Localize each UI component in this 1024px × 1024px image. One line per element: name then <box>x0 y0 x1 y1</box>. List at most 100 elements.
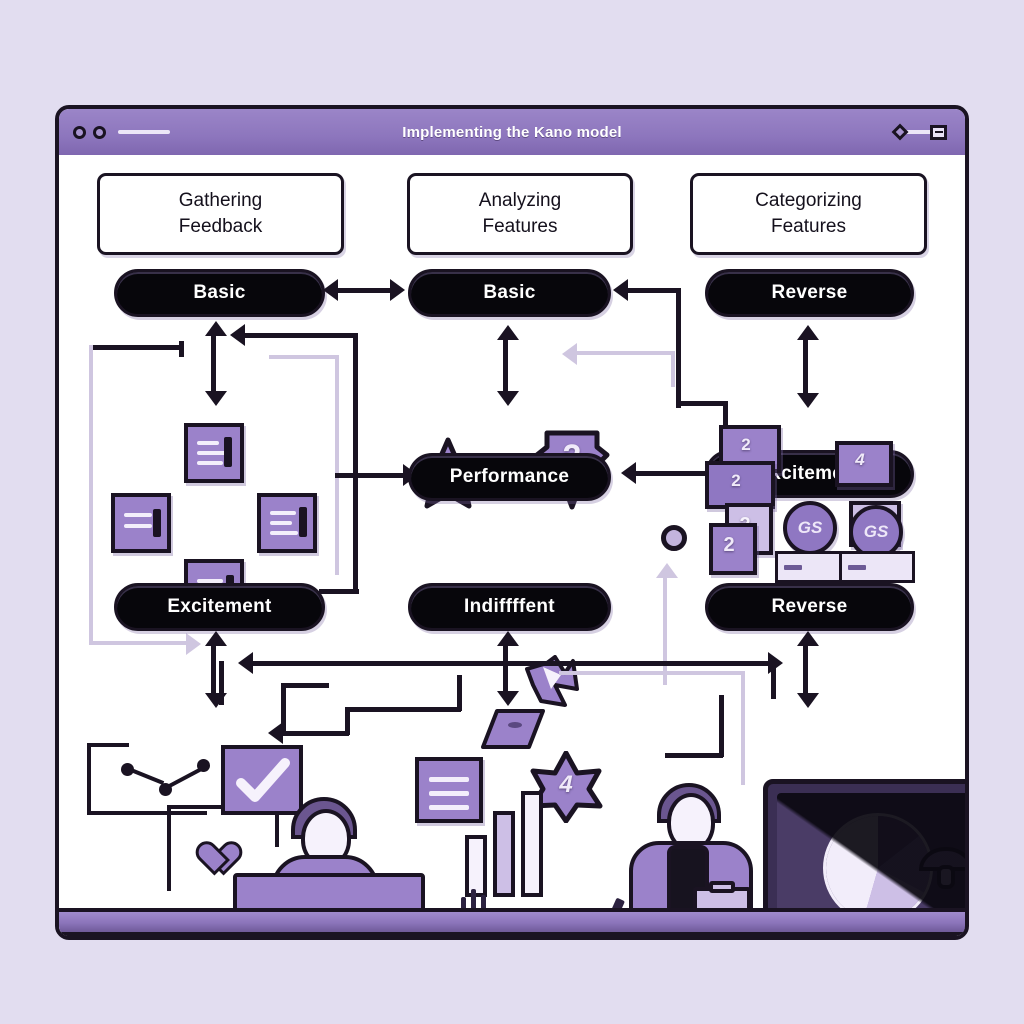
arrowhead-down <box>797 693 819 708</box>
document-icon <box>257 493 317 553</box>
connector-stair-v1 <box>457 675 462 711</box>
connector-faint-v <box>335 355 339 575</box>
connector-v-center-lower <box>503 643 508 693</box>
network-edge <box>167 766 205 789</box>
arrowhead-up <box>797 631 819 646</box>
header-line-2: Feedback <box>178 216 263 237</box>
diamond-icon[interactable] <box>891 123 909 141</box>
tile-icon <box>481 709 545 749</box>
document-icon <box>184 423 244 483</box>
header-line-2: Features <box>482 216 558 237</box>
connector-bus-right-v <box>771 661 776 699</box>
column-header-categorizing-features[interactable]: Categorizing Features <box>690 173 927 255</box>
card-value-top: 2 <box>741 435 751 454</box>
document-icon <box>415 757 483 823</box>
pill-excitement-left[interactable]: Excitement <box>114 583 325 631</box>
window-dot-2-icon[interactable] <box>93 125 106 139</box>
header-line-1: Categorizing <box>755 189 862 211</box>
arrowhead-left <box>613 279 628 301</box>
window-box-icon[interactable] <box>930 124 947 140</box>
arrowhead-right-faint <box>186 633 201 655</box>
connector-basic-basic <box>336 288 392 293</box>
window-controls-left[interactable] <box>73 109 170 155</box>
arrowhead-down <box>205 391 227 406</box>
pill-reverse-bottom[interactable]: Reverse <box>705 583 914 631</box>
pill-basic-center[interactable]: Basic <box>408 269 611 317</box>
pill-indifferent[interactable]: Indiffffent <box>408 583 611 631</box>
connector-faint-h2 <box>575 351 675 355</box>
connector-stair-v3 <box>281 683 286 735</box>
connector-v-right-lower <box>803 643 808 695</box>
connector-stair-h1 <box>345 707 461 712</box>
arrowhead-down <box>497 391 519 406</box>
connector-faint-h <box>269 355 339 359</box>
arrowhead-down <box>797 393 819 408</box>
arrowhead-up <box>205 631 227 646</box>
title-left-line <box>118 130 170 134</box>
arrowhead-up <box>497 325 519 340</box>
document-icon <box>111 493 171 553</box>
label-chip-left <box>775 551 843 583</box>
clipboard-clip <box>709 881 735 893</box>
connector-faint-right-h <box>559 671 745 675</box>
arrowhead-left-faint <box>562 343 577 365</box>
window-dot-1-icon[interactable] <box>73 125 86 139</box>
connector-bus-h <box>251 661 771 666</box>
window-titlebar[interactable]: Implementing the Kano model <box>59 109 965 158</box>
network-line-1 <box>87 743 129 747</box>
connector-faint-right-v <box>741 675 745 785</box>
arrowhead-down <box>497 691 519 706</box>
card-value-front: 2 <box>723 533 735 556</box>
header-line-2: Features <box>771 216 846 237</box>
connector-top-v <box>353 333 358 593</box>
connector-bus-left-v <box>219 661 224 705</box>
connector-left-elbow-cap <box>179 341 184 357</box>
coin-icon-left: GS <box>783 501 837 555</box>
connector-to-performance <box>335 473 407 478</box>
arrowhead-left <box>323 279 338 301</box>
arrowhead-up <box>797 325 819 340</box>
header-line-1: Gathering <box>178 189 263 211</box>
diagram-canvas: Gathering Feedback Analyzing Features Ca… <box>59 155 965 936</box>
connector-reverse-down <box>676 288 681 408</box>
column-header-analyzing-features[interactable]: Analyzing Features <box>407 173 633 255</box>
checkmark-icon <box>236 758 290 802</box>
card-value-4: 4 <box>855 450 865 469</box>
column-header-gathering-feedback[interactable]: Gathering Feedback <box>97 173 344 255</box>
arrowhead-left <box>238 652 253 674</box>
connector-faint-v3 <box>663 575 667 685</box>
monitor-power-dot <box>865 938 881 940</box>
pill-reverse-top[interactable]: Reverse <box>705 269 914 317</box>
desk-surface <box>59 908 965 936</box>
connector-faint-v2 <box>671 351 675 387</box>
bar-chart-bar-3 <box>521 791 543 897</box>
connector-vertical-center <box>503 337 508 393</box>
arrowhead-left <box>230 324 245 346</box>
arrowhead-left <box>621 462 636 484</box>
pill-performance[interactable]: Performance <box>408 453 611 501</box>
connector-left-elbow-h <box>89 345 181 350</box>
heart-icon <box>189 827 231 865</box>
heart-frame-v <box>167 805 171 891</box>
window-controls-right[interactable] <box>891 109 947 155</box>
arrowhead-up <box>205 321 227 336</box>
pill-basic-left[interactable]: Basic <box>114 269 325 317</box>
network-line-2 <box>87 743 91 815</box>
arrowhead-right <box>390 279 405 301</box>
connector-right-v <box>719 695 724 757</box>
screenshot-root: Implementing the Kano model Gathering Fe… <box>0 0 1024 1024</box>
connector-excitement-performance <box>634 471 706 476</box>
connector-left-faint-v <box>89 345 93 645</box>
arrowhead-up-faint <box>656 563 678 578</box>
connector-mid-h <box>319 589 359 594</box>
connector-vertical-left <box>211 333 216 393</box>
connector-top-h <box>243 333 358 338</box>
network-edge <box>127 767 165 785</box>
app-window: Implementing the Kano model Gathering Fe… <box>55 105 969 940</box>
book-stack-item <box>637 939 751 940</box>
connector-reverse-to-basic <box>626 288 681 293</box>
title-right-line <box>906 130 930 134</box>
header-line-1: Analyzing <box>478 189 562 211</box>
bar-chart-bar-2 <box>493 811 515 897</box>
label-chip-right <box>839 551 915 583</box>
